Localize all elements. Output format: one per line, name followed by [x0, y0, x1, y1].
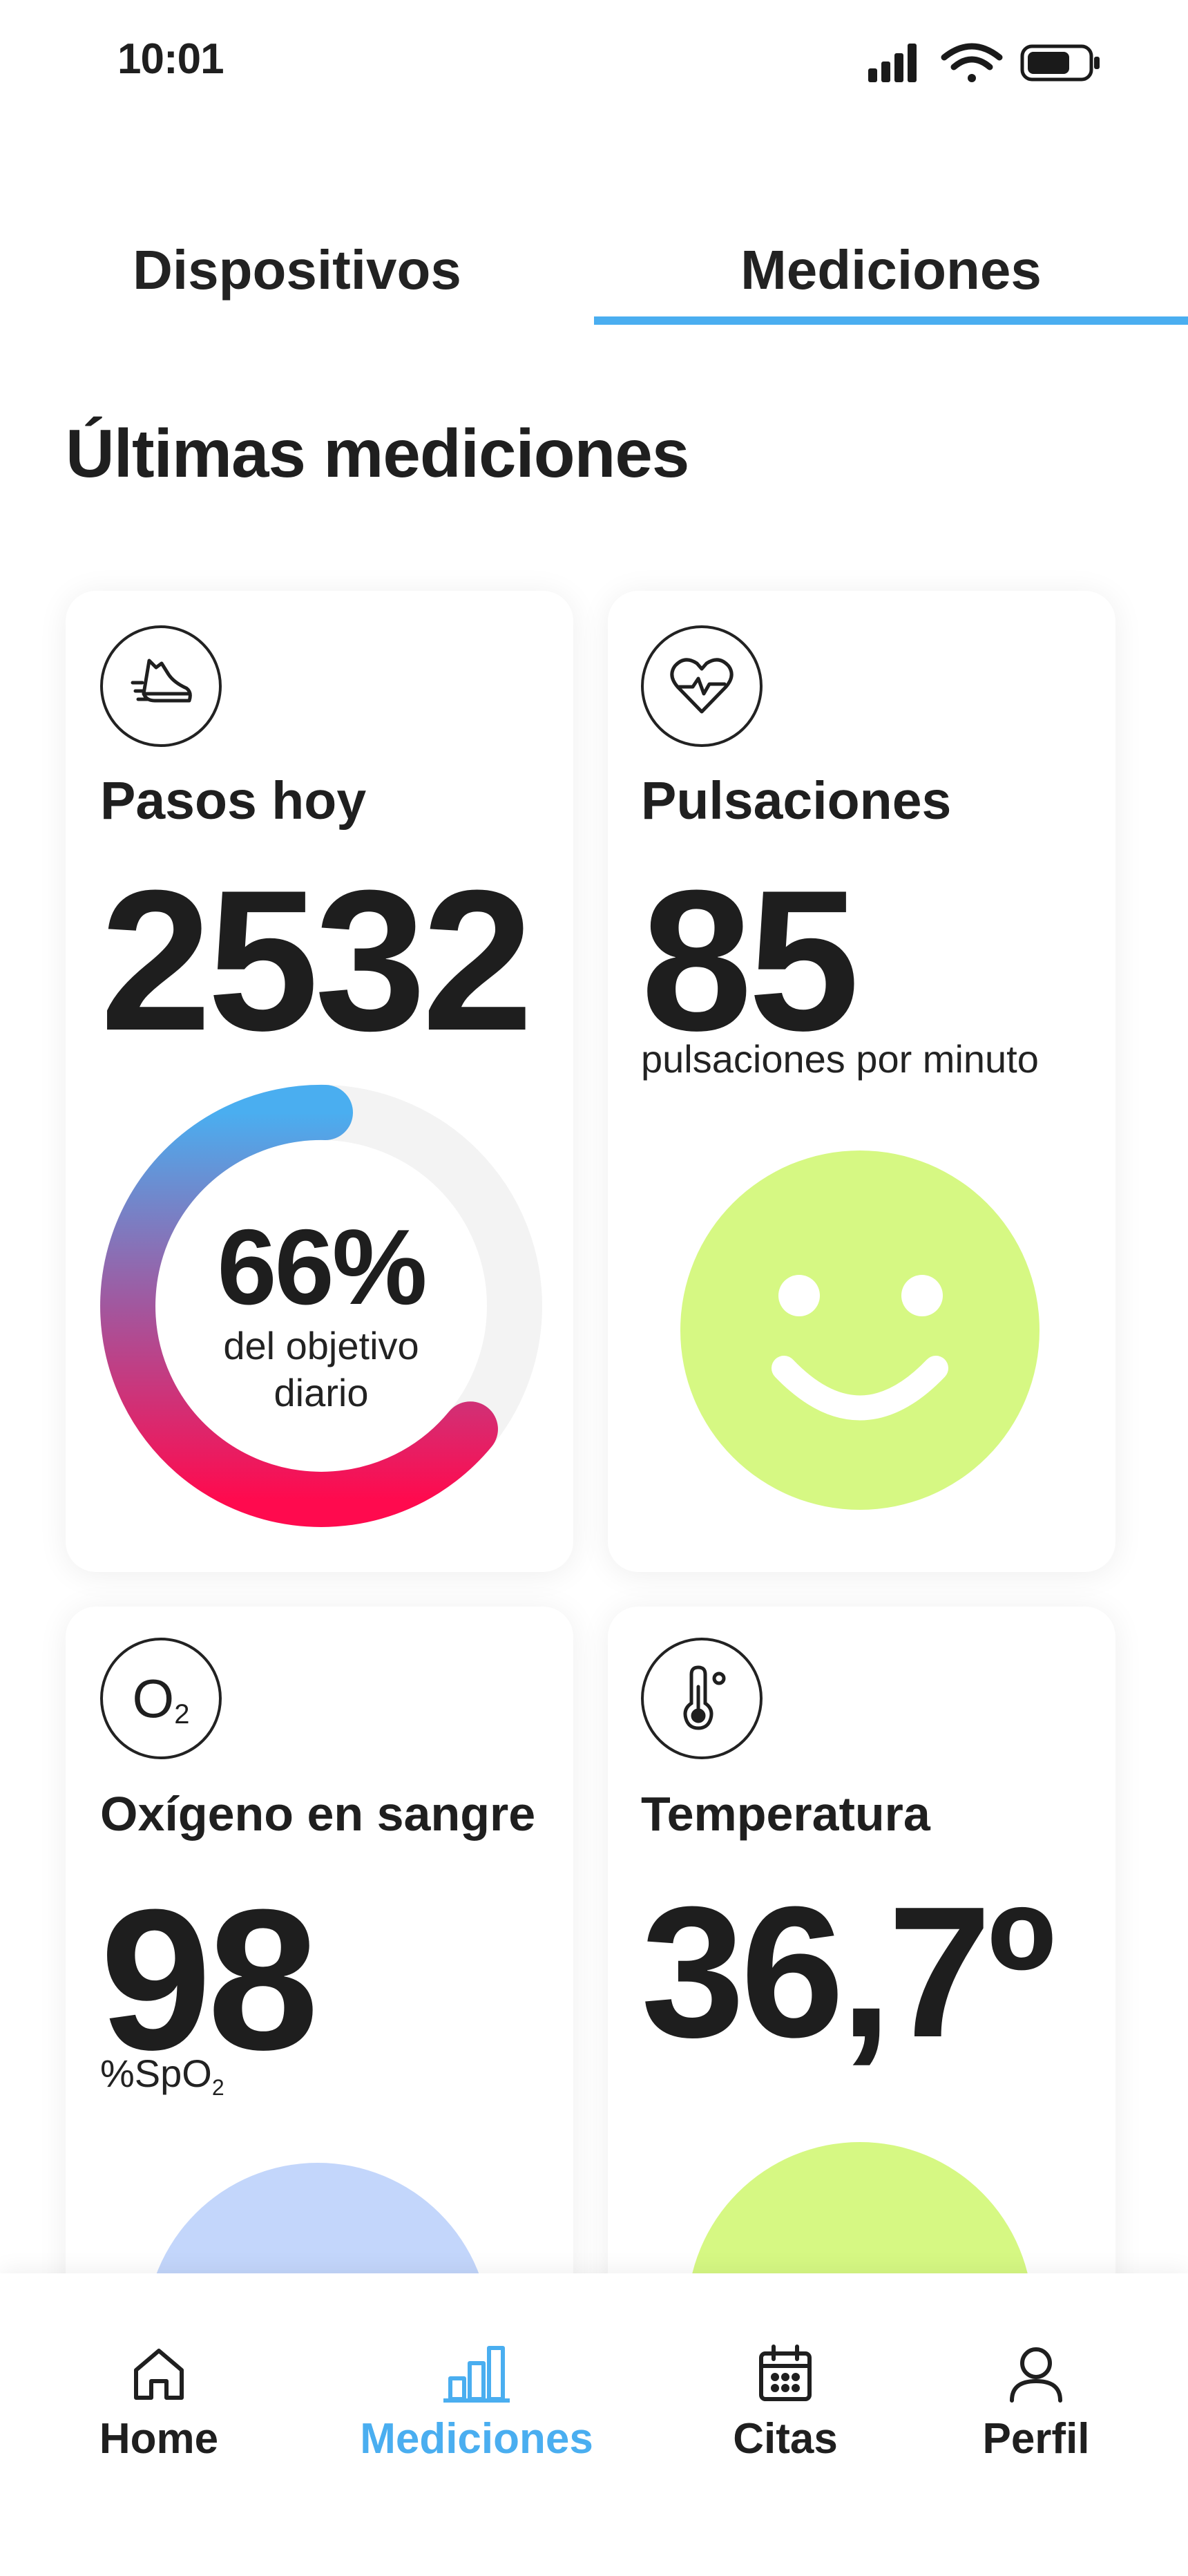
steps-percent: 66%: [217, 1207, 427, 1327]
nav-mediciones-label: Mediciones: [360, 2415, 593, 2463]
steps-value: 2532: [100, 849, 533, 1072]
nav-mediciones[interactable]: Mediciones: [360, 2342, 593, 2463]
pulse-title: Pulsaciones: [641, 771, 952, 831]
smiley-face-icon: [680, 1150, 1040, 1510]
tab-mediciones[interactable]: Mediciones: [594, 238, 1188, 302]
user-icon: [1010, 2347, 1062, 2403]
oxygen-value: 98: [100, 1868, 319, 2092]
steps-caption-1: del objetivo: [223, 1324, 419, 1367]
nav-home-label: Home: [99, 2415, 219, 2463]
home-icon: [134, 2349, 184, 2400]
heart-pulse-icon: [641, 625, 763, 747]
pulse-unit: pulsaciones por minuto: [641, 1037, 1039, 1081]
pulse-value: 85: [641, 849, 860, 1072]
oxygen-unit: %SpO2: [100, 2051, 224, 2101]
tab-dispositivos[interactable]: Dispositivos: [69, 238, 525, 302]
nav-home[interactable]: Home: [48, 2342, 269, 2463]
wifi-icon: [941, 43, 1003, 82]
oxygen-icon-sub: 2: [174, 1698, 190, 1730]
oxygen-icon: O2: [100, 1638, 222, 1759]
oxygen-title: Oxígeno en sangre: [100, 1787, 536, 1841]
steps-caption-2: diario: [274, 1371, 369, 1414]
section-title: Últimas mediciones: [66, 415, 689, 491]
shoe-icon: [100, 625, 222, 747]
active-tab-indicator: [594, 316, 1188, 325]
battery-icon: [1020, 44, 1100, 82]
signal-icon: [868, 44, 917, 82]
bar-chart-icon: [443, 2346, 510, 2403]
nav-citas-label: Citas: [733, 2415, 838, 2463]
temperature-title: Temperatura: [641, 1787, 930, 1841]
calendar-icon: [759, 2345, 812, 2401]
status-icons: [868, 43, 1100, 82]
oxygen-unit-text: %SpO: [100, 2052, 212, 2095]
oxygen-icon-text: O: [132, 1667, 175, 1729]
temperature-value: 36,7º: [641, 1868, 1055, 2076]
status-time: 10:01: [117, 35, 224, 83]
nav-perfil-label: Perfil: [982, 2415, 1090, 2463]
oxygen-unit-sub: 2: [211, 2075, 224, 2101]
steps-title: Pasos hoy: [100, 771, 367, 831]
nav-perfil[interactable]: Perfil: [926, 2342, 1147, 2463]
thermometer-icon: [641, 1638, 763, 1759]
nav-citas[interactable]: Citas: [675, 2342, 896, 2463]
